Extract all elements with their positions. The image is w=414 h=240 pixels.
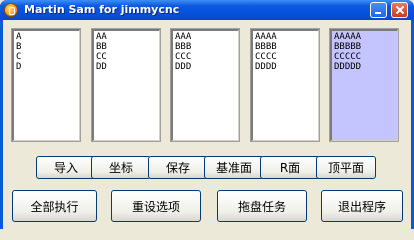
list-item[interactable]: DDDDD [334, 62, 395, 72]
app-window: Martin Sam for jimmycnc A B C D AA BB CC… [0, 0, 414, 229]
datum-plane-button[interactable]: 基准面 [204, 156, 264, 179]
coordinate-button[interactable]: 坐标 [91, 156, 151, 179]
tray-task-button[interactable]: 拖盘任务 [217, 190, 307, 222]
list-item[interactable]: BB [96, 42, 157, 52]
app-icon [4, 3, 18, 17]
list-item[interactable]: C [16, 52, 77, 62]
list-item[interactable]: CC [96, 52, 157, 62]
list-item[interactable]: AAAAA [334, 32, 395, 42]
r-plane-button[interactable]: R面 [260, 156, 320, 179]
listbox-2[interactable]: AA BB CC DD [91, 28, 161, 142]
top-plane-button[interactable]: 顶平面 [316, 156, 376, 179]
list-item[interactable]: BBBBB [334, 42, 395, 52]
list-item[interactable]: D [16, 62, 77, 72]
import-button[interactable]: 导入 [36, 156, 96, 179]
list-item[interactable]: AAA [175, 32, 236, 42]
list-item[interactable]: BBB [175, 42, 236, 52]
list-item[interactable]: AAAA [255, 32, 316, 42]
list-item[interactable]: DDD [175, 62, 236, 72]
close-icon[interactable] [391, 2, 408, 18]
listbox-3[interactable]: AAA BBB CCC DDD [170, 28, 240, 142]
list-item[interactable]: CCCC [255, 52, 316, 62]
listbox-5[interactable]: AAAAA BBBBB CCCCC DDDDD [329, 28, 399, 142]
window-title: Martin Sam for jimmycnc [24, 3, 180, 16]
reset-options-button[interactable]: 重设选项 [111, 190, 201, 222]
list-item[interactable]: AA [96, 32, 157, 42]
minimize-icon[interactable] [370, 2, 387, 18]
title-bar[interactable]: Martin Sam for jimmycnc [0, 0, 414, 20]
list-item[interactable]: BBBB [255, 42, 316, 52]
client-area: A B C D AA BB CC DD AAA BBB CCC DDD AAAA… [3, 20, 411, 229]
save-button[interactable]: 保存 [148, 156, 208, 179]
list-item[interactable]: B [16, 42, 77, 52]
execute-all-button[interactable]: 全部执行 [12, 190, 97, 222]
list-item[interactable]: DD [96, 62, 157, 72]
list-item[interactable]: CCC [175, 52, 236, 62]
exit-program-button[interactable]: 退出程序 [321, 190, 403, 222]
list-item[interactable]: DDDD [255, 62, 316, 72]
listbox-1[interactable]: A B C D [11, 28, 81, 142]
listbox-4[interactable]: AAAA BBBB CCCC DDDD [250, 28, 320, 142]
list-item[interactable]: CCCCC [334, 52, 395, 62]
list-item[interactable]: A [16, 32, 77, 42]
